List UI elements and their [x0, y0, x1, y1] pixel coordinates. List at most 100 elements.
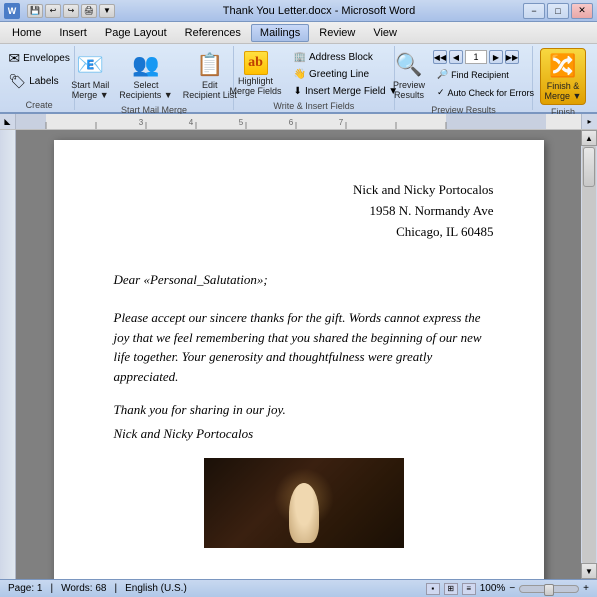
start-mail-merge-button[interactable]: 📧 Start MailMerge ▼	[67, 48, 113, 103]
svg-text:5: 5	[239, 118, 244, 127]
svg-text:3: 3	[139, 118, 144, 127]
status-right: ▪ ⊞ ≡ 100% − +	[426, 583, 589, 595]
preview-results-icon: 🔍	[395, 51, 423, 79]
write-insert-top-row: ab HighlightMerge Fields 🏢 Address Block…	[226, 48, 403, 99]
zoom-slider[interactable]	[519, 585, 579, 593]
save-quick-btn[interactable]: 💾	[27, 4, 43, 18]
salutation-text: Dear «Personal_Salutation»;	[114, 272, 268, 287]
create-buttons: ✉ Envelopes 🏷 Labels	[4, 46, 73, 98]
finish-merge-label: Finish &Merge ▼	[545, 81, 582, 101]
doc-closing-name: Nick and Nicky Portocalos	[114, 426, 494, 442]
ruler-left-toggle[interactable]: ◣	[0, 114, 16, 130]
menu-home[interactable]: Home	[4, 25, 49, 41]
start-mail-merge-label: Start MailMerge ▼	[71, 80, 109, 100]
preview-results-button[interactable]: 🔍 PreviewResults	[389, 48, 429, 103]
redo-quick-btn[interactable]: ↪	[63, 4, 79, 18]
document-area[interactable]: Nick and Nicky Portocalos 1958 N. Norman…	[16, 130, 581, 579]
doc-body-paragraph1: Please accept our sincere thanks for the…	[114, 308, 494, 386]
address-line2: 1958 N. Normandy Ave	[114, 201, 494, 222]
highlight-icon: ab	[244, 51, 268, 75]
zoom-slider-thumb[interactable]	[544, 584, 554, 596]
menu-references[interactable]: References	[177, 25, 249, 41]
preview-top: 🔍 PreviewResults ◀◀ ◀ 1 ▶ ▶▶ 🔎 Find Reci…	[389, 48, 538, 103]
next-btn[interactable]: ▶	[489, 50, 503, 64]
start-mail-merge-icon: 📧	[76, 51, 104, 79]
menu-view[interactable]: View	[365, 25, 405, 41]
labels-button[interactable]: 🏷 Labels	[4, 71, 62, 92]
find-recipient-button[interactable]: 🔎 Find Recipient	[433, 67, 538, 82]
menu-bar: Home Insert Page Layout References Maili…	[0, 22, 597, 44]
find-recipient-icon: 🔎	[437, 69, 448, 80]
view-outline-btn[interactable]: ≡	[462, 583, 476, 595]
svg-text:7: 7	[339, 118, 344, 127]
address-line3: Chicago, IL 60485	[114, 222, 494, 243]
preview-nav-area: ◀◀ ◀ 1 ▶ ▶▶ 🔎 Find Recipient ✓ Auto Chec…	[433, 50, 538, 103]
auto-check-label: Auto Check for Errors	[448, 88, 535, 98]
doc-body-paragraph2: Thank you for sharing in our joy.	[114, 402, 494, 418]
scroll-up-button[interactable]: ▲	[581, 130, 597, 146]
envelopes-button[interactable]: ✉ Envelopes	[4, 48, 73, 69]
status-bar: Page: 1 | Words: 68 | English (U.S.) ▪ ⊞…	[0, 579, 597, 597]
ruler-right-toggle[interactable]: ▸	[581, 114, 597, 130]
write-insert-buttons: ab HighlightMerge Fields 🏢 Address Block…	[226, 46, 403, 99]
insert-merge-label: Insert Merge Field ▼	[305, 86, 398, 97]
greeting-line-label: Greeting Line	[309, 69, 369, 80]
greeting-line-button[interactable]: 👋 Greeting Line	[290, 67, 403, 82]
finish-merge-icon: 🔀	[549, 52, 577, 80]
auto-check-button[interactable]: ✓ Auto Check for Errors	[433, 85, 538, 100]
minimize-button[interactable]: −	[523, 3, 545, 19]
create-group-label: create	[26, 100, 53, 110]
right-insert-buttons: 🏢 Address Block 👋 Greeting Line ⬇ Insert…	[290, 50, 403, 99]
zoom-in-btn[interactable]: +	[583, 583, 589, 594]
record-number-input[interactable]: 1	[465, 50, 487, 64]
labels-label: Labels	[29, 76, 58, 87]
maximize-button[interactable]: □	[547, 3, 569, 19]
envelope-icon: ✉	[8, 50, 20, 67]
finish-merge-button[interactable]: 🔀 Finish &Merge ▼	[540, 48, 587, 105]
prev-btn[interactable]: ◀	[449, 50, 463, 64]
insert-merge-field-button[interactable]: ⬇ Insert Merge Field ▼	[290, 84, 403, 99]
highlight-merge-fields-button[interactable]: ab HighlightMerge Fields	[226, 48, 286, 99]
ruler: ◣ 3 4 5 6 7 ▸	[0, 114, 597, 130]
svg-text:6: 6	[289, 118, 294, 127]
select-recipients-label: SelectRecipients ▼	[119, 80, 172, 100]
ribbon-group-create: ✉ Envelopes 🏷 Labels create	[4, 46, 75, 110]
menu-insert[interactable]: Insert	[51, 25, 95, 41]
view-web-btn[interactable]: ⊞	[444, 583, 458, 595]
close-button[interactable]: ✕	[571, 3, 593, 19]
status-words: Words: 68	[61, 583, 106, 594]
menu-mailings[interactable]: Mailings	[251, 24, 309, 42]
doc-image	[204, 458, 404, 548]
left-ruler	[0, 130, 16, 579]
last-record-button[interactable]: ▶▶	[505, 50, 519, 64]
label-icon: 🏷	[8, 73, 26, 90]
scroll-down-button[interactable]: ▼	[581, 563, 597, 579]
status-language: English (U.S.)	[125, 583, 187, 594]
status-left: Page: 1 | Words: 68 | English (U.S.)	[8, 583, 187, 594]
select-recipients-button[interactable]: 👥 SelectRecipients ▼	[115, 48, 176, 103]
write-insert-group-label: Write & Insert Fields	[273, 101, 354, 111]
menu-page-layout[interactable]: Page Layout	[97, 25, 175, 41]
preview-results-label: PreviewResults	[393, 80, 425, 100]
menu-review[interactable]: Review	[311, 25, 363, 41]
preview-buttons: 🔍 PreviewResults ◀◀ ◀ 1 ▶ ▶▶ 🔎 Find Reci…	[389, 46, 538, 103]
doc-address: Nick and Nicky Portocalos 1958 N. Norman…	[114, 180, 494, 242]
undo-quick-btn[interactable]: ↩	[45, 4, 61, 18]
right-scrollbar: ▲ ▼	[581, 130, 597, 579]
ribbon-group-start-mail-merge: 📧 Start MailMerge ▼ 👥 SelectRecipients ▼…	[75, 46, 234, 110]
print-quick-btn[interactable]: 🖨	[81, 4, 97, 18]
address-block-button[interactable]: 🏢 Address Block	[290, 50, 403, 65]
ruler-marks: 3 4 5 6 7	[16, 114, 581, 129]
window-title: Thank You Letter.docx - Microsoft Word	[115, 5, 523, 17]
status-separator2: |	[114, 583, 117, 594]
zoom-out-btn[interactable]: −	[509, 583, 515, 594]
prev-record-button[interactable]: ◀◀	[433, 50, 447, 64]
status-separator: |	[50, 583, 53, 594]
ribbon-group-preview: 🔍 PreviewResults ◀◀ ◀ 1 ▶ ▶▶ 🔎 Find Reci…	[395, 46, 533, 110]
ribbon-group-finish: 🔀 Finish &Merge ▼ Finish	[533, 46, 593, 110]
dropdown-quick-btn[interactable]: ▼	[99, 4, 115, 18]
scroll-thumb[interactable]	[583, 147, 595, 187]
ribbon-group-write-insert: ab HighlightMerge Fields 🏢 Address Block…	[234, 46, 395, 110]
view-normal-btn[interactable]: ▪	[426, 583, 440, 595]
address-block-label: Address Block	[309, 52, 373, 63]
